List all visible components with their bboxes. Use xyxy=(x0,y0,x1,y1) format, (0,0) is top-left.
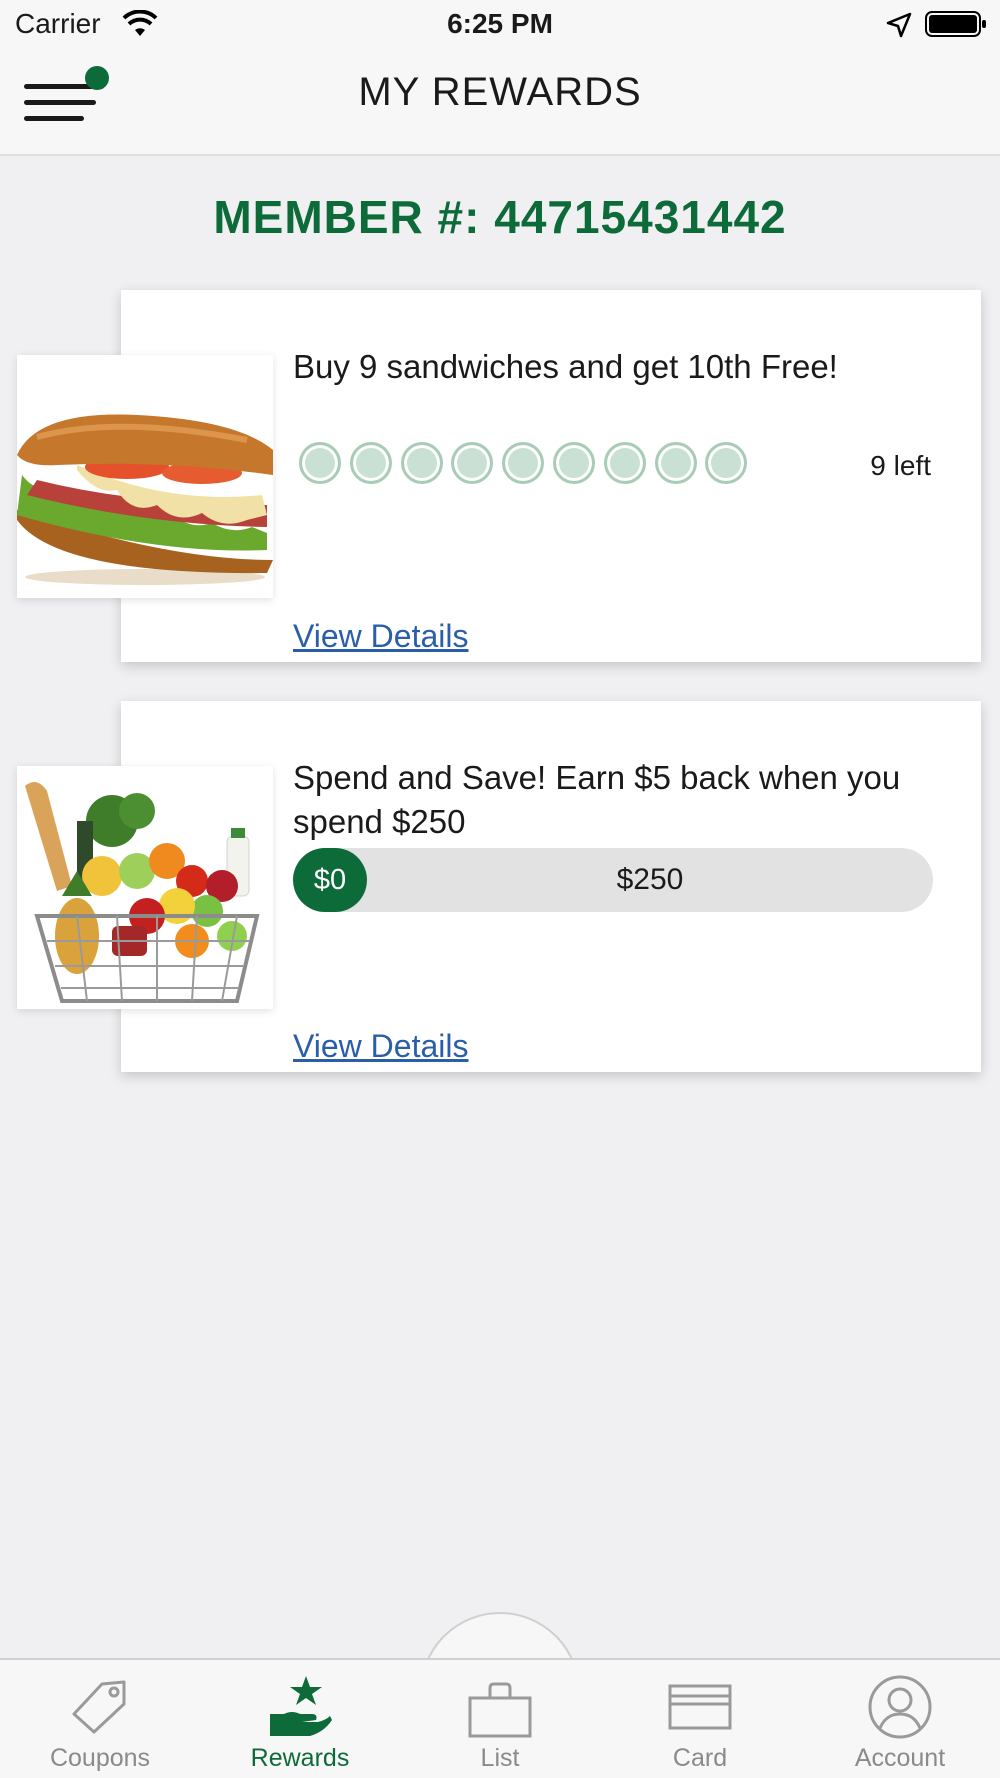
reward-title: Buy 9 sandwiches and get 10th Free! xyxy=(293,348,838,385)
stamps-remaining: 9 left xyxy=(870,450,931,481)
reward-title: Spend and Save! Earn $5 back when you sp… xyxy=(293,759,901,840)
tag-icon xyxy=(72,1680,126,1734)
stamp-dot xyxy=(705,442,748,484)
view-details-link[interactable]: View Details xyxy=(293,618,468,655)
tab-label: Rewards xyxy=(250,1744,350,1772)
tab-label: List xyxy=(480,1744,520,1772)
spend-progress-bar: $0 $250 xyxy=(293,848,933,912)
stamp-dot xyxy=(400,442,443,484)
tab-rewards[interactable]: Rewards xyxy=(200,1660,400,1778)
status-bar: Carrier 6:25 PM xyxy=(0,0,1000,50)
stamp-tracker xyxy=(299,442,756,484)
page-title: MY REWARDS xyxy=(358,70,642,114)
account-icon xyxy=(868,1675,932,1739)
tab-card[interactable]: Card xyxy=(600,1660,800,1778)
tab-bar: Coupons Rewards List Card Account xyxy=(0,1658,1000,1778)
battery-icon xyxy=(925,11,986,37)
tab-label: Card xyxy=(672,1744,728,1772)
tab-coupons[interactable]: Coupons xyxy=(0,1660,200,1778)
view-details-link[interactable]: View Details xyxy=(293,1028,468,1065)
grocery-basket-image xyxy=(17,766,273,1009)
stamp-dot xyxy=(299,442,341,484)
stamp-dot xyxy=(451,442,494,484)
bag-icon xyxy=(468,1682,532,1738)
clock: 6:25 PM xyxy=(447,8,553,39)
progress-goal: $250 xyxy=(616,863,684,896)
tab-list[interactable]: List xyxy=(400,1660,600,1778)
stamp-dot xyxy=(654,442,697,484)
card-icon xyxy=(668,1684,732,1730)
stamp-dot xyxy=(552,442,595,484)
tab-account[interactable]: Account xyxy=(800,1660,1000,1778)
stamp-dot xyxy=(502,442,545,484)
nav-bar: MY REWARDS xyxy=(0,50,1000,156)
progress-current: $0 xyxy=(293,848,367,912)
tab-label: Account xyxy=(854,1744,946,1772)
location-arrow-icon xyxy=(886,12,912,38)
member-number: MEMBER #: 44715431442 xyxy=(213,191,787,243)
stamp-dot xyxy=(603,442,646,484)
stamp-dot xyxy=(349,442,392,484)
tab-label: Coupons xyxy=(49,1744,151,1772)
rewards-hand-star-icon xyxy=(270,1676,332,1736)
sandwich-image xyxy=(17,355,273,598)
